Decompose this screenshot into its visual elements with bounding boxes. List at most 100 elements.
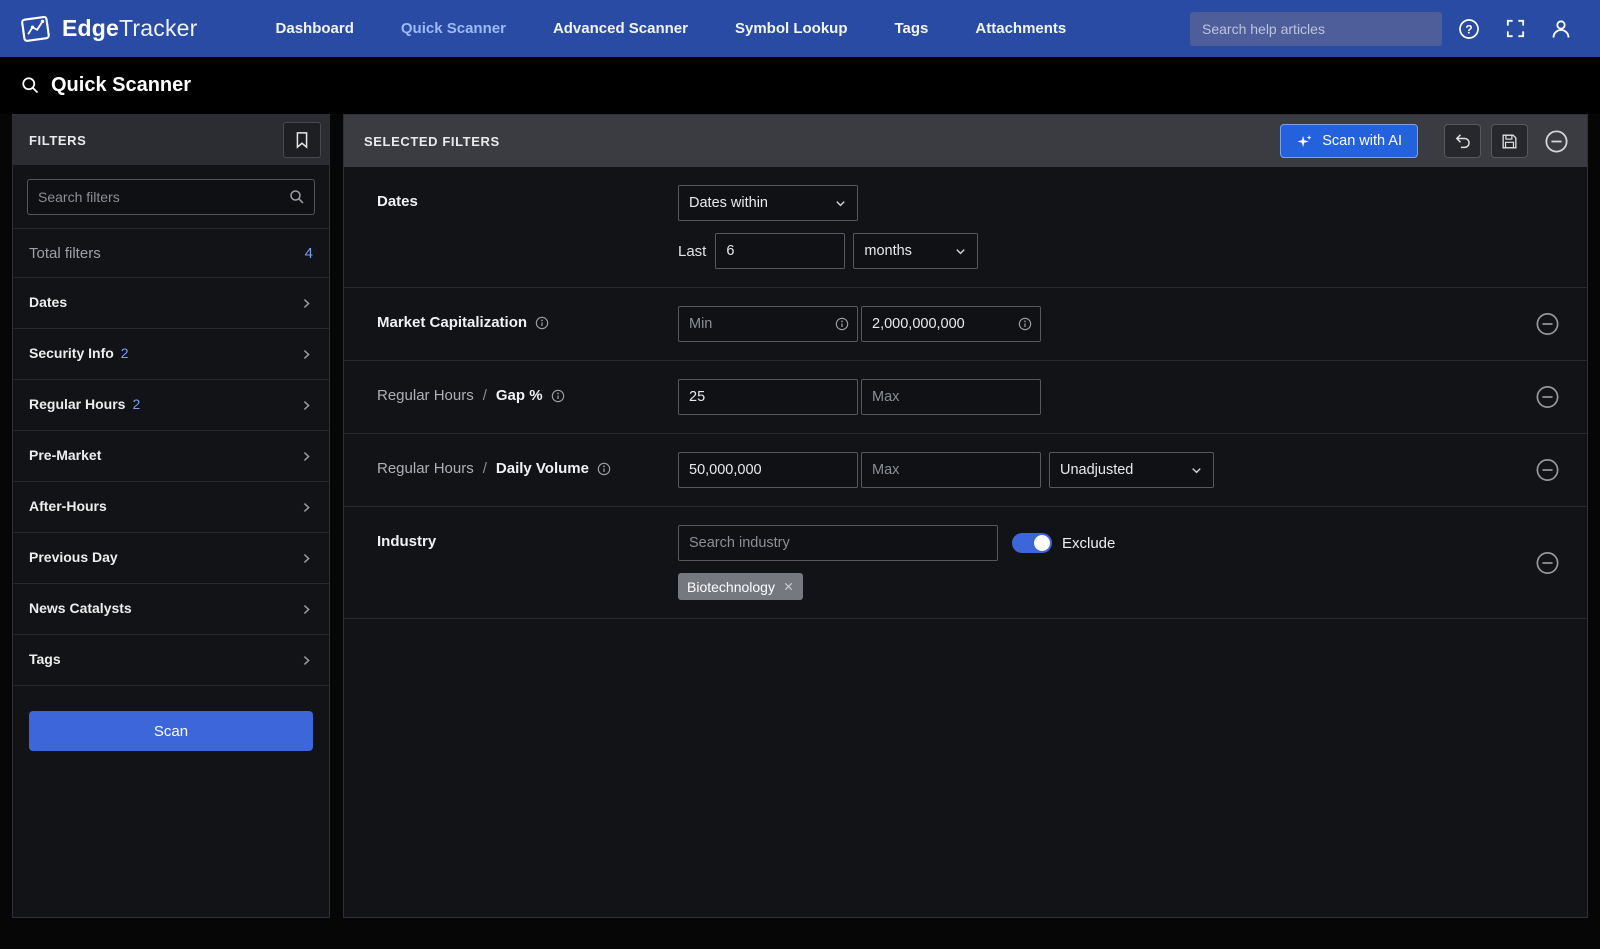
- dates-unit-select[interactable]: months: [853, 233, 978, 269]
- gap-max-input[interactable]: [861, 379, 1041, 415]
- chip-label: Biotechnology: [687, 579, 775, 595]
- info-icon[interactable]: [550, 388, 566, 404]
- scan-with-ai-button[interactable]: Scan with AI: [1280, 124, 1418, 158]
- sidebar-item-label: Security Info: [29, 345, 114, 361]
- minus-circle-icon: [1534, 311, 1561, 338]
- nav-tags[interactable]: Tags: [895, 20, 929, 37]
- selected-filters-header: SELECTED FILTERS Scan with AI: [344, 115, 1587, 167]
- nav-dashboard[interactable]: Dashboard: [276, 20, 354, 37]
- industry-search-input[interactable]: [678, 525, 998, 561]
- filter-row-industry: Industry Exclude Biotechnology: [344, 507, 1587, 619]
- dates-mode-value: Dates within: [689, 195, 768, 211]
- gap-prefix-label: Regular Hours: [377, 387, 474, 404]
- info-icon[interactable]: [834, 316, 850, 332]
- chevron-right-icon: [298, 550, 315, 567]
- brand-name-light: Tracker: [119, 15, 198, 41]
- remove-all-filters-button[interactable]: [1538, 123, 1574, 159]
- market-cap-min-input[interactable]: [678, 306, 858, 342]
- nav-quick-scanner[interactable]: Quick Scanner: [401, 20, 506, 37]
- sidebar-item-label: Pre-Market: [29, 447, 101, 463]
- dates-label: Dates: [377, 193, 418, 210]
- filter-label-dates: Dates: [377, 185, 678, 210]
- remove-gap-filter-button[interactable]: [1534, 384, 1561, 411]
- chevron-down-icon: [953, 244, 968, 259]
- sidebar-item-previous-day[interactable]: Previous Day: [13, 533, 329, 584]
- volume-prefix-label: Regular Hours: [377, 460, 474, 477]
- header-actions: Scan with AI: [1280, 123, 1574, 159]
- fullscreen-icon[interactable]: [1496, 10, 1534, 48]
- page-title-bar: Quick Scanner: [0, 57, 1600, 114]
- chevron-right-icon: [298, 448, 315, 465]
- volume-max-input[interactable]: [861, 452, 1041, 488]
- market-cap-min-wrap: [678, 306, 858, 342]
- gap-label: Gap %: [496, 387, 543, 404]
- filter-row-market-cap: Market Capitalization: [344, 288, 1587, 361]
- remove-market-cap-filter-button[interactable]: [1534, 311, 1561, 338]
- sidebar-item-security-info[interactable]: Security Info 2: [13, 329, 329, 380]
- market-cap-max-wrap: [861, 306, 1041, 342]
- help-icon[interactable]: ?: [1450, 10, 1488, 48]
- page-title-search-icon: [20, 75, 41, 96]
- market-cap-max-input[interactable]: [861, 306, 1041, 342]
- gap-min-input[interactable]: [678, 379, 858, 415]
- page-title: Quick Scanner: [51, 74, 191, 97]
- selected-filters-title: SELECTED FILTERS: [364, 134, 500, 149]
- sidebar-item-label: Tags: [29, 651, 61, 667]
- sidebar-item-label: Regular Hours: [29, 396, 125, 412]
- volume-adjustment-select[interactable]: Unadjusted: [1049, 452, 1214, 488]
- top-nav: EdgeTracker Dashboard Quick Scanner Adva…: [0, 0, 1600, 57]
- help-search-input[interactable]: [1190, 12, 1442, 46]
- filter-label-industry: Industry: [377, 525, 678, 550]
- chevron-right-icon: [298, 346, 315, 363]
- filter-search-input[interactable]: [27, 179, 315, 215]
- saved-filters-button[interactable]: [283, 122, 321, 158]
- chevron-right-icon: [298, 601, 315, 618]
- sidebar-item-count: 2: [121, 345, 129, 361]
- sidebar-item-after-hours[interactable]: After-Hours: [13, 482, 329, 533]
- market-cap-label: Market Capitalization: [377, 314, 527, 331]
- breadcrumb-separator: /: [483, 460, 487, 477]
- remove-daily-volume-filter-button[interactable]: [1534, 457, 1561, 484]
- dates-last-input[interactable]: [715, 233, 845, 269]
- logo-chart-icon: [20, 13, 52, 45]
- chevron-right-icon: [298, 397, 315, 414]
- sidebar-item-pre-market[interactable]: Pre-Market: [13, 431, 329, 482]
- sidebar-item-regular-hours[interactable]: Regular Hours 2: [13, 380, 329, 431]
- account-icon[interactable]: [1542, 10, 1580, 48]
- sidebar-item-tags[interactable]: Tags: [13, 635, 329, 686]
- info-icon[interactable]: [534, 315, 550, 331]
- search-icon: [288, 188, 306, 206]
- sidebar-item-label: After-Hours: [29, 498, 107, 514]
- minus-circle-icon: [1534, 549, 1561, 576]
- total-filters-label: Total filters: [29, 245, 101, 262]
- remove-industry-filter-button[interactable]: [1534, 549, 1561, 576]
- daily-volume-label: Daily Volume: [496, 460, 589, 477]
- volume-adjustment-value: Unadjusted: [1060, 462, 1133, 478]
- sidebar-item-news-catalysts[interactable]: News Catalysts: [13, 584, 329, 635]
- brand-name: EdgeTracker: [62, 15, 198, 42]
- filter-label-daily-volume: Regular Hours / Daily Volume: [377, 452, 678, 477]
- save-button[interactable]: [1491, 124, 1528, 158]
- nav-attachments[interactable]: Attachments: [975, 20, 1066, 37]
- bookmark-icon: [292, 130, 312, 150]
- nav-symbol-lookup[interactable]: Symbol Lookup: [735, 20, 848, 37]
- exclude-toggle[interactable]: [1012, 533, 1052, 553]
- scan-button[interactable]: Scan: [29, 711, 313, 751]
- dates-mode-select[interactable]: Dates within: [678, 185, 858, 221]
- undo-icon: [1453, 131, 1473, 151]
- sparkle-icon: [1296, 133, 1313, 150]
- info-icon[interactable]: [596, 461, 612, 477]
- industry-chip-biotechnology: Biotechnology: [678, 573, 803, 600]
- chip-remove-icon[interactable]: [783, 581, 794, 592]
- minus-circle-icon: [1543, 128, 1570, 155]
- toggle-knob: [1034, 535, 1050, 551]
- nav-advanced-scanner[interactable]: Advanced Scanner: [553, 20, 688, 37]
- brand-logo[interactable]: EdgeTracker: [20, 13, 198, 45]
- sidebar-item-dates[interactable]: Dates: [13, 278, 329, 329]
- exclude-toggle-group: Exclude: [1012, 533, 1115, 553]
- undo-button[interactable]: [1444, 124, 1481, 158]
- volume-min-input[interactable]: [678, 452, 858, 488]
- minus-circle-icon: [1534, 384, 1561, 411]
- info-icon[interactable]: [1017, 316, 1033, 332]
- sidebar-item-count: 2: [132, 396, 140, 412]
